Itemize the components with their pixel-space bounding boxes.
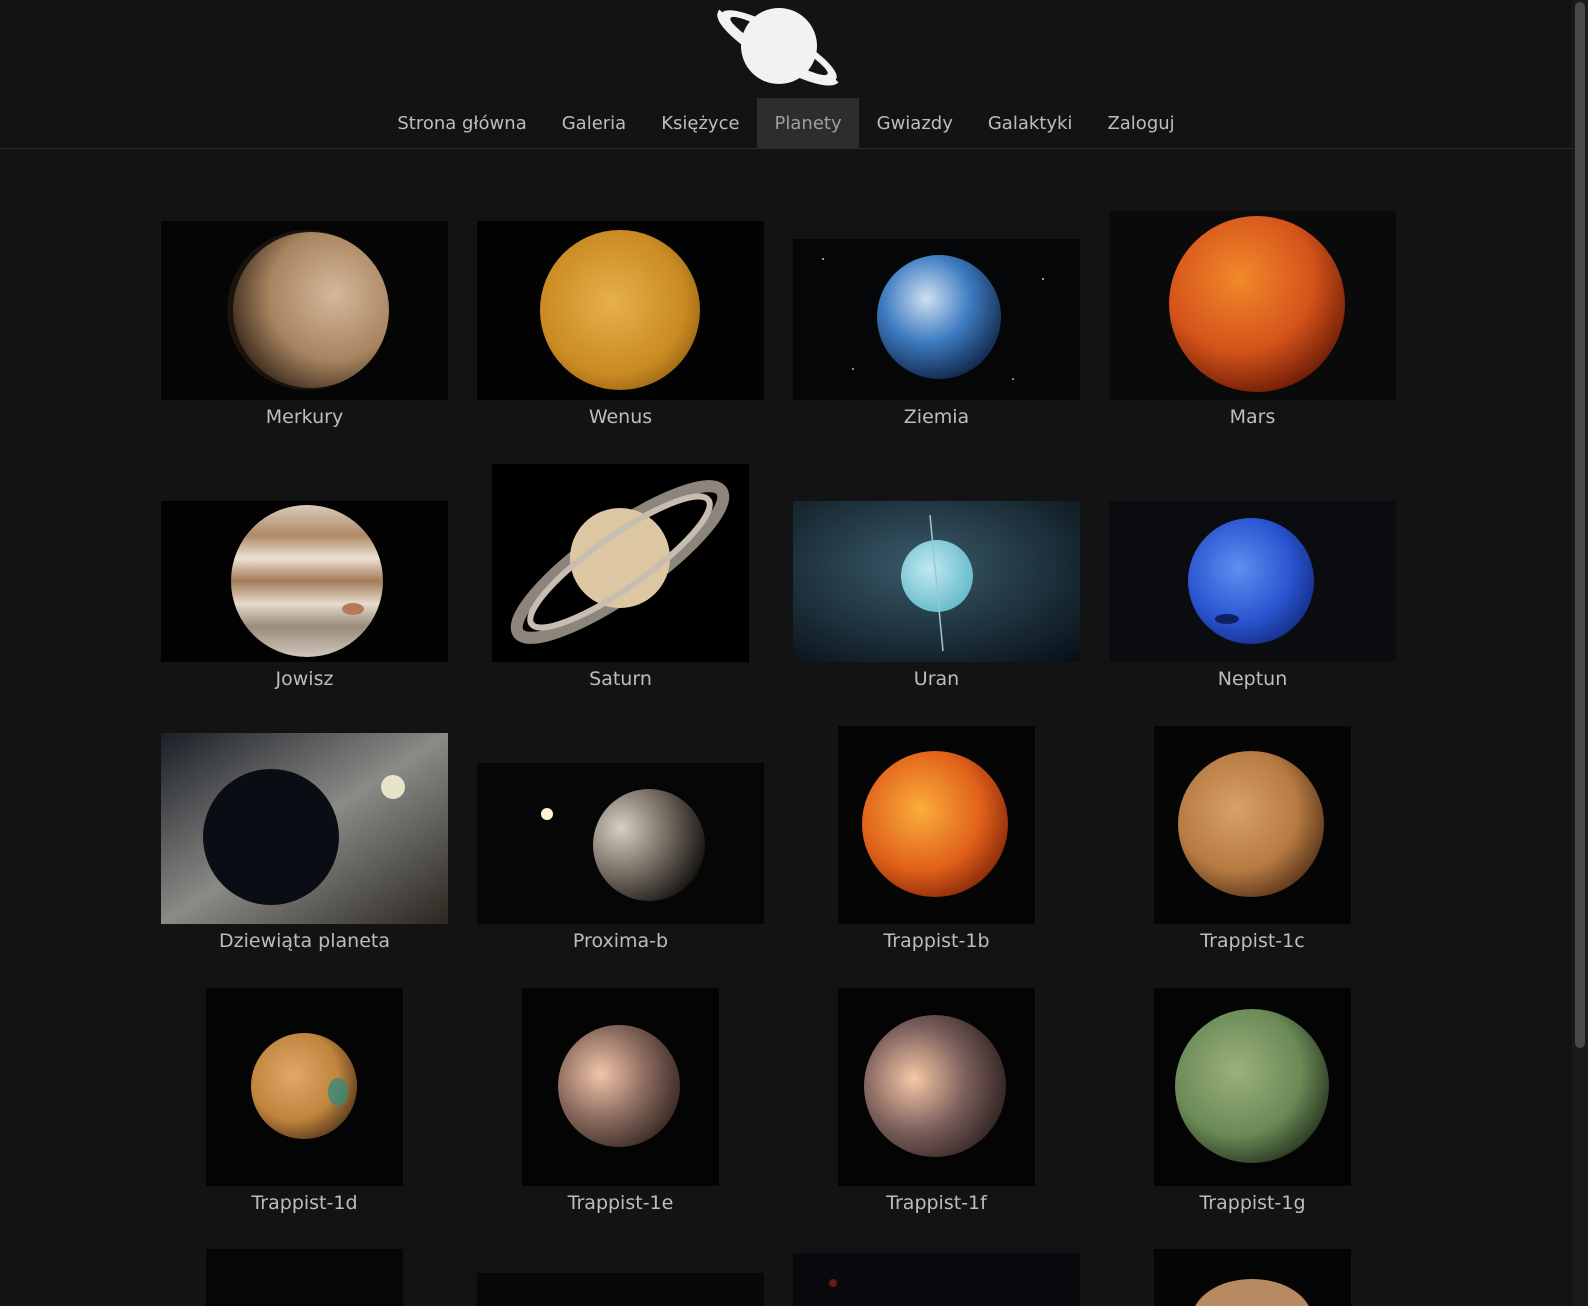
planet-label[interactable]: Jowisz bbox=[161, 668, 448, 690]
planet-label[interactable]: Uran bbox=[793, 668, 1080, 690]
scrollbar-thumb[interactable] bbox=[1575, 2, 1585, 1048]
trappist-1g-image[interactable] bbox=[1154, 988, 1351, 1186]
planet-card-trappist-1g[interactable]: Trappist-1g bbox=[1109, 986, 1396, 1226]
proxima-b-image[interactable] bbox=[477, 763, 764, 924]
wenus-image[interactable] bbox=[477, 221, 764, 400]
saturn-logo-icon[interactable] bbox=[712, 2, 846, 98]
planet-card-ziemia[interactable]: Ziemia bbox=[793, 200, 1080, 440]
planet-label[interactable]: Trappist-1e bbox=[477, 1192, 764, 1214]
trappist-1d-image[interactable] bbox=[206, 988, 403, 1186]
nav-stars[interactable]: Gwiazdy bbox=[859, 98, 970, 148]
planet-card-saturn[interactable]: Saturn bbox=[477, 462, 764, 702]
planet-image-partial[interactable] bbox=[793, 1253, 1080, 1306]
nav-galaxies[interactable]: Galaktyki bbox=[970, 98, 1090, 148]
saturn-image[interactable] bbox=[492, 464, 749, 662]
planet-label[interactable]: Trappist-1b bbox=[793, 930, 1080, 952]
planet-label[interactable]: Proxima-b bbox=[477, 930, 764, 952]
trappist-1e-image[interactable] bbox=[522, 988, 719, 1186]
nav-home[interactable]: Strona główna bbox=[380, 98, 544, 148]
merkury-image[interactable] bbox=[161, 221, 448, 400]
planet-card-trappist-1b[interactable]: Trappist-1b bbox=[793, 724, 1080, 964]
jowisz-image[interactable] bbox=[161, 501, 448, 662]
neptun-image[interactable] bbox=[1109, 501, 1396, 662]
planet-image-partial[interactable] bbox=[477, 1273, 764, 1306]
planet-card-partial[interactable] bbox=[161, 1248, 448, 1306]
planet-label[interactable]: Trappist-1c bbox=[1109, 930, 1396, 952]
planet-card-jowisz[interactable]: Jowisz bbox=[161, 462, 448, 702]
planet-image-partial[interactable] bbox=[1154, 1249, 1351, 1306]
ziemia-image[interactable] bbox=[793, 239, 1080, 400]
planet-card-merkury[interactable]: Merkury bbox=[161, 200, 448, 440]
planet-card-mars[interactable]: Mars bbox=[1109, 200, 1396, 440]
mars-image[interactable] bbox=[1109, 211, 1396, 400]
planet-card-proxima-b[interactable]: Proxima-b bbox=[477, 724, 764, 964]
planet-card-trappist-1f[interactable]: Trappist-1f bbox=[793, 986, 1080, 1226]
planet-label[interactable]: Saturn bbox=[477, 668, 764, 690]
planet-label[interactable]: Wenus bbox=[477, 406, 764, 428]
main-nav: Strona główna Galeria Księżyce Planety G… bbox=[0, 98, 1572, 148]
planet-card-partial[interactable] bbox=[477, 1248, 764, 1306]
planet-image-partial[interactable] bbox=[206, 1249, 403, 1306]
planet-card-wenus[interactable]: Wenus bbox=[477, 200, 764, 440]
planet-label[interactable]: Mars bbox=[1109, 406, 1396, 428]
planet-label[interactable]: Trappist-1d bbox=[161, 1192, 448, 1214]
planet-label[interactable]: Trappist-1f bbox=[793, 1192, 1080, 1214]
nav-gallery[interactable]: Galeria bbox=[544, 98, 644, 148]
dziewiata-planeta-image[interactable] bbox=[161, 733, 448, 924]
nav-moons[interactable]: Księżyce bbox=[644, 98, 757, 148]
planet-card-partial[interactable] bbox=[793, 1248, 1080, 1306]
uran-image[interactable] bbox=[793, 501, 1080, 662]
planet-card-partial[interactable] bbox=[1109, 1248, 1396, 1306]
planet-label[interactable]: Dziewiąta planeta bbox=[161, 930, 448, 952]
planet-card-trappist-1d[interactable]: Trappist-1d bbox=[161, 986, 448, 1226]
trappist-1f-image[interactable] bbox=[838, 988, 1035, 1186]
planet-card-trappist-1e[interactable]: Trappist-1e bbox=[477, 986, 764, 1226]
nav-planets[interactable]: Planety bbox=[757, 98, 860, 148]
planet-label[interactable]: Neptun bbox=[1109, 668, 1396, 690]
planet-label[interactable]: Merkury bbox=[161, 406, 448, 428]
planet-card-trappist-1c[interactable]: Trappist-1c bbox=[1109, 724, 1396, 964]
planet-card-neptun[interactable]: Neptun bbox=[1109, 462, 1396, 702]
planet-label[interactable]: Ziemia bbox=[793, 406, 1080, 428]
planet-label[interactable]: Trappist-1g bbox=[1109, 1192, 1396, 1214]
nav-login[interactable]: Zaloguj bbox=[1090, 98, 1192, 148]
trappist-1b-image[interactable] bbox=[838, 726, 1035, 924]
trappist-1c-image[interactable] bbox=[1154, 726, 1351, 924]
site-header: Strona główna Galeria Księżyce Planety G… bbox=[0, 0, 1572, 149]
planet-card-dziewiata-planeta[interactable]: Dziewiąta planeta bbox=[161, 724, 448, 964]
planet-card-uran[interactable]: Uran bbox=[793, 462, 1080, 702]
